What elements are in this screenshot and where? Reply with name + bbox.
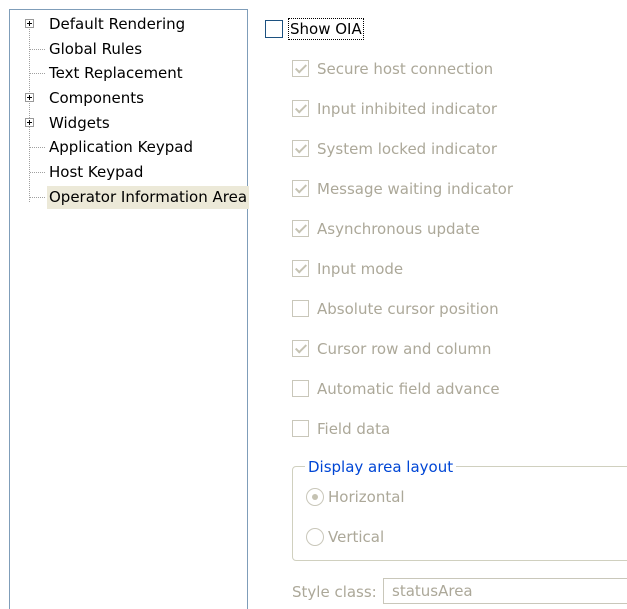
expand-plus-icon[interactable] — [25, 93, 34, 102]
option-label: Absolute cursor position — [317, 300, 499, 318]
checkbox — [292, 420, 309, 437]
option-label: Secure host connection — [317, 60, 494, 78]
style-class-input: statusArea — [383, 578, 627, 604]
option-label: System locked indicator — [317, 140, 497, 158]
checkbox — [292, 380, 309, 397]
style-class-label: Style class: — [292, 583, 377, 601]
tree-item-components[interactable]: Components — [10, 87, 247, 110]
radio-button — [306, 488, 324, 506]
tree-branch-line — [30, 73, 45, 74]
tree-item-default-rendering[interactable]: Default Rendering — [10, 13, 247, 36]
option-label: Input mode — [317, 260, 404, 278]
tree-item-widgets[interactable]: Widgets — [10, 112, 247, 135]
option-label: Automatic field advance — [317, 380, 500, 398]
tree-item-label: Application Keypad — [49, 138, 194, 156]
tree-item-application-keypad[interactable]: Application Keypad — [10, 136, 247, 159]
checkbox — [292, 340, 309, 357]
tree-item-operator-information-area[interactable]: Operator Information Area — [10, 186, 250, 209]
expand-plus-icon[interactable] — [25, 19, 34, 28]
show-oia-checkbox[interactable] — [265, 20, 283, 38]
tree-item-label: Text Replacement — [49, 64, 183, 82]
settings-tree: Default Rendering Global Rules Text Repl… — [9, 9, 250, 609]
tree-item-text-replacement[interactable]: Text Replacement — [10, 62, 247, 85]
display-area-layout-title: Display area layout — [305, 457, 457, 477]
option-label: Input inhibited indicator — [317, 100, 498, 118]
checkbox — [292, 260, 309, 277]
tree-item-label: Components — [49, 89, 144, 107]
radio-button — [306, 528, 324, 546]
show-oia-label: Show OIA — [288, 18, 364, 40]
tree-item-label: Operator Information Area — [47, 186, 250, 209]
option-label: Message waiting indicator — [317, 180, 514, 198]
checkbox — [292, 60, 309, 77]
tree-item-host-keypad[interactable]: Host Keypad — [10, 161, 247, 184]
checkbox — [292, 140, 309, 157]
tree-item-label: Default Rendering — [49, 15, 186, 33]
checkbox — [292, 180, 309, 197]
tree-item-label: Host Keypad — [49, 163, 144, 181]
tree-branch-line — [30, 172, 45, 173]
checkbox — [292, 300, 309, 317]
checkbox — [292, 100, 309, 117]
radio-label: Vertical — [328, 528, 385, 546]
tree-item-label: Widgets — [49, 114, 110, 132]
checkbox — [292, 220, 309, 237]
tree-branch-line — [30, 197, 45, 198]
option-label: Field data — [317, 420, 391, 438]
tree-item-label: Global Rules — [49, 40, 143, 58]
tree-branch-line — [30, 147, 45, 148]
radio-label: Horizontal — [328, 488, 405, 506]
tree-branch-line — [30, 49, 45, 50]
option-label: Asynchronous update — [317, 220, 480, 238]
tree-item-global-rules[interactable]: Global Rules — [10, 38, 247, 61]
expand-plus-icon[interactable] — [25, 118, 34, 127]
option-label: Cursor row and column — [317, 340, 492, 358]
